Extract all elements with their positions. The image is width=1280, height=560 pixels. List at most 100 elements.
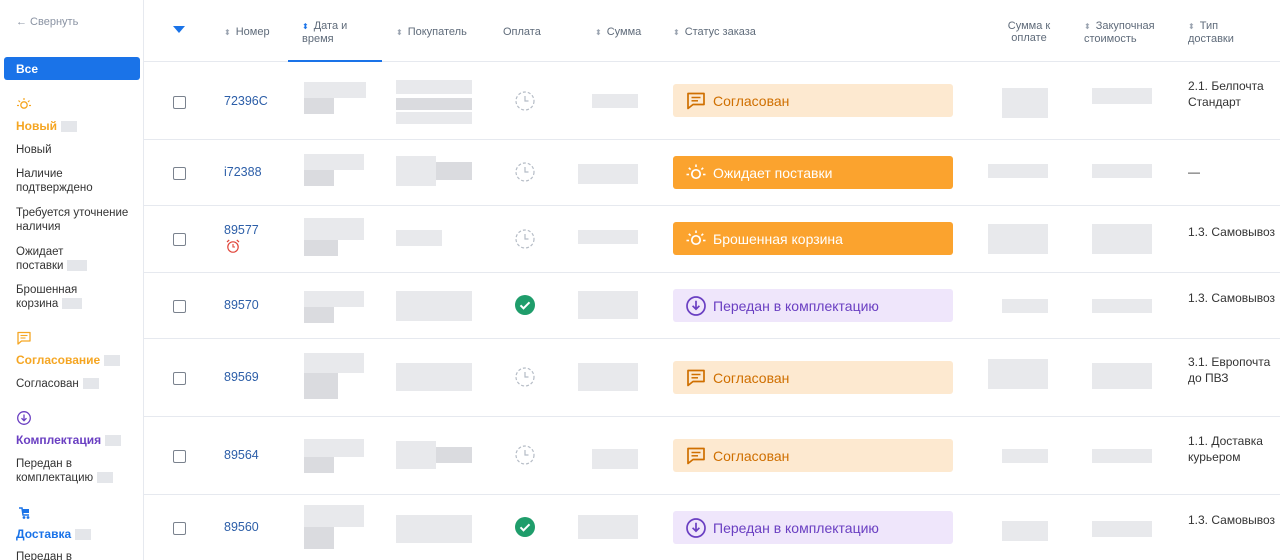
redacted-purchase-cost [1092, 449, 1152, 463]
table-row[interactable]: i72388 Ожидает поставки — [144, 140, 1280, 206]
table-row[interactable]: 89570 Передан в комплектацию 1.3. Самовы… [144, 273, 1280, 339]
table-row[interactable]: 72396C Согласован 2.1. Белпочта Стандарт [144, 62, 1280, 140]
column-label: Закупочная стоимость [1084, 20, 1155, 45]
column-customer[interactable]: ⬍ Покупатель [396, 26, 467, 39]
filter-all-button[interactable]: Все [4, 57, 140, 80]
status-badge[interactable]: Передан в комплектацию [673, 511, 953, 544]
sort-icon: ⬍ [1084, 22, 1091, 31]
payment-pending-icon [515, 162, 535, 182]
order-number-link[interactable]: 89569 [224, 370, 259, 384]
chat-icon [687, 92, 705, 109]
sidebar-item-abandoned-cart[interactable]: Брошенная корзина [16, 283, 92, 311]
sidebar-item-availability-check[interactable]: Требуется уточнение наличия [16, 206, 140, 234]
redacted-customer [436, 162, 472, 180]
chat-icon [17, 331, 31, 345]
status-badge[interactable]: Брошенная корзина [673, 222, 953, 255]
sidebar-item-label: Ожидает поставки [16, 246, 64, 272]
table-row[interactable]: 89569 Согласован 3.1. Европочта до ПВЗ [144, 339, 1280, 417]
delivery-icon [19, 507, 30, 519]
table-row[interactable]: 89560 Передан в комплектацию 1.3. Самовы… [144, 495, 1280, 560]
redacted-date [304, 353, 364, 373]
delivery-type: 3.1. Европочта до ПВЗ [1188, 355, 1271, 385]
payment-pending-icon [515, 445, 535, 465]
redacted-purchase-cost [1092, 299, 1152, 313]
redacted-sum [592, 94, 638, 108]
sidebar-item-availability-confirmed[interactable]: Наличие подтверждено [16, 167, 140, 195]
row-checkbox[interactable] [173, 96, 186, 109]
column-number[interactable]: ⬍ Номер [224, 26, 270, 39]
table-row[interactable]: 89577 Брошенная корзина 1.3. Самовывоз [144, 206, 1280, 273]
sidebar: ← Свернуть Все Новый Новый Наличие подтв… [0, 0, 144, 560]
sidebar-group-new[interactable]: Новый [16, 119, 77, 133]
delivery-type: 1.3. Самовывоз [1188, 225, 1276, 239]
status-badge[interactable]: Ожидает поставки [673, 156, 953, 189]
payment-pending-icon [515, 91, 535, 111]
status-badge[interactable]: Согласован [673, 439, 953, 472]
order-number-link[interactable]: 89577 [224, 223, 259, 237]
sidebar-item-sent-to-assembly[interactable]: Передан в комплектацию [16, 457, 120, 485]
redacted-purchase-cost [1092, 224, 1152, 254]
download-circle-icon [686, 295, 706, 316]
sidebar-group-label: Новый [16, 119, 57, 133]
sidebar-group-delivery[interactable]: Доставка [16, 527, 92, 541]
redacted-date [304, 82, 366, 98]
column-payment[interactable]: Оплата [503, 26, 541, 38]
column-to-pay[interactable]: Сумма к оплате [1004, 20, 1054, 44]
payment-paid-icon [515, 517, 535, 537]
chat-icon [687, 369, 705, 386]
count-badge [104, 355, 121, 367]
column-status[interactable]: ⬍ Статус заказа [673, 26, 756, 39]
order-number-link[interactable]: 89570 [224, 298, 259, 312]
sidebar-group-label: Комплектация [16, 433, 102, 447]
redacted-to-pay [988, 164, 1048, 178]
delivery-type: 2.1. Белпочта Стандарт [1188, 79, 1264, 109]
row-checkbox[interactable] [173, 233, 186, 246]
redacted-date [304, 505, 364, 527]
column-label: Статус заказа [684, 26, 756, 38]
column-delivery-type[interactable]: ⬍ Тип доставки [1188, 20, 1258, 45]
count-badge [67, 260, 88, 272]
redacted-date [304, 218, 364, 240]
sidebar-group-assembly[interactable]: Комплектация [16, 433, 122, 447]
status-label: Передан в комплектацию [713, 519, 879, 536]
column-purchase-cost[interactable]: ⬍ Закупочная стоимость [1084, 20, 1164, 45]
row-checkbox[interactable] [173, 167, 186, 180]
column-datetime[interactable]: ⬍ Дата и время [302, 20, 372, 45]
row-checkbox[interactable] [173, 522, 186, 535]
count-badge [75, 529, 92, 541]
column-label: Сумма [606, 26, 642, 38]
sidebar-item-label: Передан в комплектацию [16, 458, 94, 484]
column-label: Номер [235, 26, 270, 38]
redacted-to-pay [988, 359, 1048, 389]
status-label: Передан в комплектацию [713, 297, 879, 314]
order-number-link[interactable]: 89564 [224, 448, 259, 462]
row-checkbox[interactable] [173, 300, 186, 313]
column-sum[interactable]: ⬍ Сумма [595, 26, 641, 39]
sun-icon [686, 230, 706, 245]
alarm-clock-icon [226, 239, 240, 253]
collapse-sidebar-link[interactable]: ← Свернуть [16, 16, 78, 28]
redacted-purchase-cost [1092, 363, 1152, 389]
redacted-customer [396, 515, 472, 543]
redacted-sum [578, 363, 638, 391]
sidebar-item-awaiting-supply[interactable]: Ожидает поставки [16, 245, 92, 273]
sort-icon: ⬍ [1188, 22, 1195, 31]
select-all-dropdown-icon[interactable] [173, 26, 185, 33]
row-checkbox[interactable] [173, 450, 186, 463]
status-badge[interactable]: Согласован [673, 361, 953, 394]
payment-paid-icon [515, 295, 535, 315]
sidebar-item-sent-to-delivery[interactable]: Передан в [16, 550, 140, 560]
order-number-link[interactable]: 89560 [224, 520, 259, 534]
redacted-purchase-cost [1092, 164, 1152, 178]
order-number-link[interactable]: i72388 [224, 165, 262, 179]
order-number-link[interactable]: 72396C [224, 94, 268, 108]
count-badge [97, 472, 114, 484]
status-badge[interactable]: Согласован [673, 84, 953, 117]
row-checkbox[interactable] [173, 372, 186, 385]
sidebar-item-new[interactable]: Новый [16, 143, 140, 157]
orders-table: ⬍ Номер ⬍ Дата и время ⬍ Покупатель Оплата … [144, 0, 1280, 560]
sidebar-item-approved[interactable]: Согласован [16, 377, 140, 391]
table-row[interactable]: 89564 Согласован 1.1. Доставка курьером [144, 417, 1280, 495]
sidebar-group-approval[interactable]: Согласование [16, 353, 121, 367]
status-badge[interactable]: Передан в комплектацию [673, 289, 953, 322]
